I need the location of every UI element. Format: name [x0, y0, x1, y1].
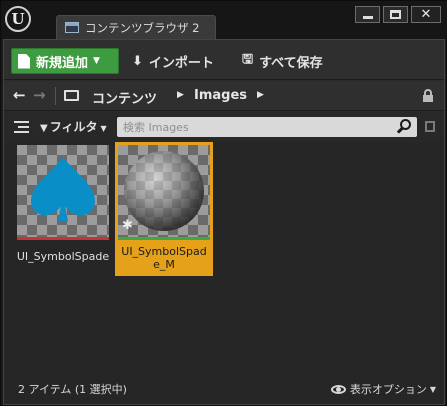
- asset-type-underline: [118, 237, 210, 240]
- eye-icon: [330, 384, 346, 394]
- save-search-icon[interactable]: [425, 121, 435, 132]
- content-browser-panel: 新規追加 ▼ ⬇ インポート 🖫 すべて保存 ← → コンテンツ ▶ Image…: [3, 39, 445, 405]
- toolbar: 新規追加 ▼ ⬇ インポート 🖫 すべて保存: [4, 40, 444, 80]
- filters-label: フィルタ: [49, 120, 98, 134]
- close-icon: ✕: [420, 7, 432, 22]
- back-arrow-icon[interactable]: ←: [13, 86, 26, 104]
- import-label: インポート: [148, 55, 214, 71]
- save-all-button[interactable]: 🖫 すべて保存: [242, 50, 323, 72]
- breadcrumb-arrow-icon[interactable]: ▶: [257, 90, 264, 100]
- asset-grid: UI_SymbolSpade ✱ UI_SymbolSpade_M: [4, 142, 444, 372]
- chevron-down-icon: ▼: [100, 124, 107, 133]
- asset-name: UI_SymbolSpade_M: [121, 245, 207, 271]
- filter-bar: ▼ フィルタ ▼: [4, 112, 444, 142]
- search-icon[interactable]: [396, 119, 411, 134]
- tab-label: コンテンツブラウザ 2: [85, 20, 200, 35]
- item-count: 2 アイテム (1 選択中): [18, 383, 127, 396]
- title-bar: U コンテンツブラウザ 2 ✕: [1, 1, 447, 39]
- sources-panel-icon[interactable]: [14, 121, 29, 134]
- content-browser-window: U コンテンツブラウザ 2 ✕ 新規追加 ▼ ⬇ インポート 🖫 すべて保存 ←…: [0, 0, 447, 406]
- asterisk-icon: ✱: [122, 218, 133, 233]
- view-options-button[interactable]: 表示オプション ▼: [330, 381, 436, 397]
- spade-icon: [31, 157, 95, 221]
- import-button[interactable]: ⬇ インポート: [132, 50, 214, 72]
- close-button[interactable]: ✕: [411, 6, 441, 23]
- add-new-button[interactable]: 新規追加 ▼: [11, 48, 119, 74]
- breadcrumb-content[interactable]: コンテンツ: [92, 88, 157, 107]
- filters-button[interactable]: ▼ フィルタ ▼: [40, 118, 107, 135]
- status-bar: 2 アイテム (1 選択中) 表示オプション ▼: [4, 372, 444, 404]
- asset-type-underline: [17, 237, 109, 240]
- maximize-icon: [390, 10, 401, 19]
- content-browser-icon: [65, 22, 79, 33]
- minimize-icon: [362, 16, 373, 19]
- asset-name: UI_SymbolSpade: [16, 250, 110, 263]
- texture-thumbnail: [17, 145, 109, 237]
- breadcrumb-arrow-icon[interactable]: ▶: [177, 90, 184, 100]
- breadcrumb-images[interactable]: Images: [194, 88, 247, 103]
- search-input[interactable]: [117, 117, 387, 137]
- divider: [55, 87, 56, 105]
- save-icon: 🖫: [242, 52, 254, 67]
- maximize-button[interactable]: [383, 6, 408, 23]
- unreal-logo-icon: U: [5, 6, 31, 32]
- asset-tile-selected[interactable]: ✱ UI_SymbolSpade_M: [115, 142, 213, 276]
- chevron-down-icon: ▼: [93, 56, 100, 66]
- add-new-label: 新規追加: [36, 55, 89, 71]
- import-icon: ⬇: [132, 53, 143, 69]
- tab-content-browser[interactable]: コンテンツブラウザ 2: [56, 15, 216, 39]
- forward-arrow-icon[interactable]: →: [33, 86, 46, 104]
- funnel-icon: ▼: [40, 123, 48, 134]
- window-controls: ✕: [355, 6, 441, 23]
- chevron-down-icon: ▼: [429, 384, 436, 394]
- material-thumbnail: ✱: [118, 145, 210, 237]
- search-box: [117, 117, 417, 137]
- new-document-icon: [18, 53, 30, 69]
- folder-icon: [64, 90, 79, 101]
- path-bar: ← → コンテンツ ▶ Images ▶: [4, 81, 444, 111]
- minimize-button[interactable]: [355, 6, 380, 23]
- save-all-label: すべて保存: [259, 55, 323, 71]
- lock-icon[interactable]: [423, 89, 433, 102]
- view-options-label: 表示オプション: [349, 383, 427, 396]
